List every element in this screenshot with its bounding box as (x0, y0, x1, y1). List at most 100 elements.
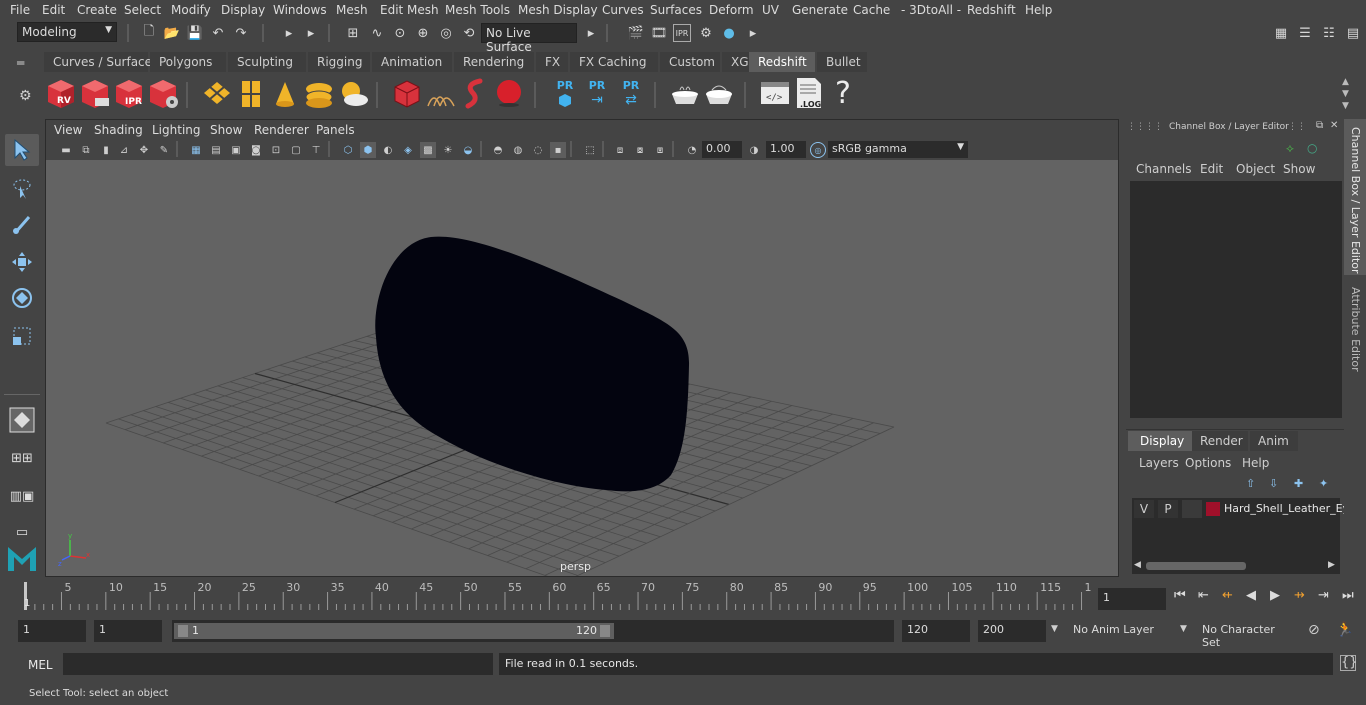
rotate-tool-icon[interactable] (5, 282, 39, 314)
render-settings-icon[interactable]: ⚙ (697, 24, 715, 42)
step-back-key-icon[interactable]: ⇤ (1198, 588, 1218, 608)
menu-mesh-display[interactable]: Mesh Display (518, 3, 598, 17)
scene-object[interactable] (46, 160, 1118, 576)
pr-box-icon[interactable]: PR (548, 76, 582, 110)
shelf-tab-animation[interactable]: Animation (372, 52, 452, 72)
object-menu[interactable]: Object (1236, 162, 1275, 176)
perspective-viewport[interactable]: x y z persp (46, 160, 1118, 576)
current-frame-field[interactable]: 1 (1098, 588, 1166, 610)
mel-label[interactable]: MEL (28, 658, 53, 672)
rs-spot-light-icon[interactable] (268, 76, 302, 110)
shelf-tab-redshift[interactable]: Redshift (749, 52, 815, 72)
float-icon[interactable]: ⧉ (1316, 120, 1323, 131)
workspace-dropdown[interactable]: Modeling ▼ (17, 22, 117, 42)
menu-mesh[interactable]: Mesh (336, 3, 368, 17)
shelf-tab-fx[interactable]: FX (536, 52, 568, 72)
rs-sphere-icon[interactable] (492, 76, 526, 110)
shelf-settings-icon[interactable]: ⚙ (19, 88, 37, 106)
play-backward-icon[interactable]: ◀ (1246, 588, 1266, 608)
menu-create[interactable]: Create (77, 3, 117, 17)
step-forward-frame-icon[interactable]: ⇸ (1294, 588, 1314, 608)
move-layer-up-icon[interactable]: ⇧ (1246, 477, 1255, 490)
animation-start-field[interactable]: 1 (18, 620, 86, 642)
menu-help[interactable]: Help (1025, 3, 1052, 17)
xray-joints-icon[interactable]: ⧈ (612, 142, 628, 158)
layer-tab-anim[interactable]: Anim (1250, 431, 1298, 451)
playback-end-field[interactable]: 120 (902, 620, 970, 642)
menu-edit-mesh[interactable]: Edit Mesh (380, 3, 439, 17)
command-input[interactable] (63, 653, 493, 675)
menu-display[interactable]: Display (221, 3, 265, 17)
attribute-editor-toggle-icon[interactable]: ☰ (1296, 24, 1314, 42)
animation-preferences-icon[interactable]: 🏃 (1336, 622, 1353, 638)
layer-name[interactable]: Hard_Shell_Leather_Ey (1224, 502, 1349, 515)
anim-layer-dropdown[interactable]: No Anim Layer (1068, 620, 1192, 642)
snap-grid-icon[interactable]: ⊞ (344, 24, 362, 42)
screen-space-ao-icon[interactable]: ◒ (460, 142, 476, 158)
collapse-icon[interactable]: ▸ (280, 24, 298, 42)
scroll-thumb[interactable] (1146, 562, 1246, 570)
two-view-layout-icon[interactable]: ▥▣ (5, 480, 39, 512)
anti-aliasing-icon[interactable]: ◍ (510, 142, 526, 158)
range-end-grip[interactable] (600, 625, 610, 637)
xray-icon[interactable]: ⬚ (582, 142, 598, 158)
shelf-tab-curves-surfaces[interactable]: Curves / Surfaces (44, 52, 158, 72)
save-scene-icon[interactable]: 💾 (186, 24, 204, 42)
panel-menu-panels[interactable]: Panels (316, 123, 355, 137)
chevron-down-icon[interactable]: ▼ (1180, 624, 1187, 634)
help-icon[interactable]: ? (826, 76, 860, 111)
panel-menu-show[interactable]: Show (210, 123, 242, 137)
layer-display-type-toggle[interactable] (1182, 500, 1202, 518)
step-back-frame-icon[interactable]: ⇷ (1222, 588, 1242, 608)
range-handle[interactable]: 1 120 (174, 623, 614, 639)
depth-of-field-icon[interactable]: ◌ (530, 142, 546, 158)
layer-color-swatch[interactable] (1206, 502, 1220, 516)
grid-toggle-icon[interactable]: ▦ (188, 142, 204, 158)
film-gate-icon[interactable]: ▤ (208, 142, 224, 158)
panel-menu-lighting[interactable]: Lighting (152, 123, 201, 137)
color-space-dropdown[interactable]: sRGB gamma ▼ (828, 141, 968, 158)
scroll-right-icon[interactable]: ▶ (1328, 560, 1335, 570)
exposure-field[interactable]: 0.00 (702, 141, 742, 158)
resolution-gate-icon[interactable]: ▣ (228, 142, 244, 158)
layer-tab-render[interactable]: Render (1192, 431, 1248, 451)
tab-channel-box-layer-editor[interactable]: Channel Box / Layer Editor (1344, 119, 1366, 275)
live-surface-field[interactable]: No Live Surface (481, 23, 577, 54)
camera-attributes-icon[interactable]: ⧉ (78, 142, 94, 158)
panel-menu-view[interactable]: View (54, 123, 82, 137)
rs-settings-icon[interactable] (146, 76, 180, 110)
undo-icon[interactable]: ↶ (209, 24, 227, 42)
pr-swap-icon[interactable]: PR ⇄ (614, 76, 648, 110)
rs-render-view-icon[interactable]: RV (44, 76, 78, 110)
select-tool-icon[interactable] (5, 134, 39, 166)
grease-pencil-icon[interactable]: ✎ (156, 142, 172, 158)
shelf-menu-icon[interactable]: ═ (17, 56, 37, 70)
menu-edit[interactable]: Edit (42, 3, 65, 17)
menu-redshift[interactable]: Redshift (967, 3, 1016, 17)
scale-tool-icon[interactable] (5, 320, 39, 352)
snap-view-icon[interactable]: ⊕ (414, 24, 432, 42)
safe-title-icon[interactable]: ⊤ (308, 142, 324, 158)
modeling-toolkit-icon[interactable]: ▦ (1272, 24, 1290, 42)
shelf-tab-bullet[interactable]: Bullet (817, 52, 867, 72)
panel-menu-renderer[interactable]: Renderer (254, 123, 309, 137)
layer-row[interactable]: V P Hard_Shell_Leather_Ey (1132, 500, 1349, 518)
channel-box-manipulator-icon[interactable]: ⟡ (1286, 141, 1294, 156)
shelf-tab-rigging[interactable]: Rigging (308, 52, 370, 72)
move-tool-icon[interactable] (5, 246, 39, 278)
close-icon[interactable]: ✕ (1330, 120, 1338, 131)
redo-icon[interactable]: ↷ (232, 24, 250, 42)
shelf-tab-fx-caching[interactable]: FX Caching (570, 52, 658, 72)
safe-action-icon[interactable]: ▢ (288, 142, 304, 158)
rs-hair-icon[interactable] (424, 76, 458, 110)
shelf-tab-rendering[interactable]: Rendering (454, 52, 534, 72)
color-management-icon[interactable]: ◎ (810, 142, 826, 158)
channel-box-toggle-icon[interactable]: ▤ (1344, 24, 1362, 42)
menu-surfaces[interactable]: Surfaces (650, 3, 702, 17)
isolate-select-icon[interactable]: ▪ (550, 142, 566, 158)
time-ruler[interactable]: 5 10 15 20 25 30 35 40 45 50 55 60 65 70 75 80 85 90 95 100… (18, 580, 1099, 612)
script-editor-icon[interactable]: </> (758, 76, 792, 110)
new-layer-selected-icon[interactable]: ✦ (1319, 477, 1328, 490)
tool-settings-toggle-icon[interactable]: ☷ (1320, 24, 1338, 42)
single-perspective-layout-icon[interactable] (5, 404, 39, 436)
